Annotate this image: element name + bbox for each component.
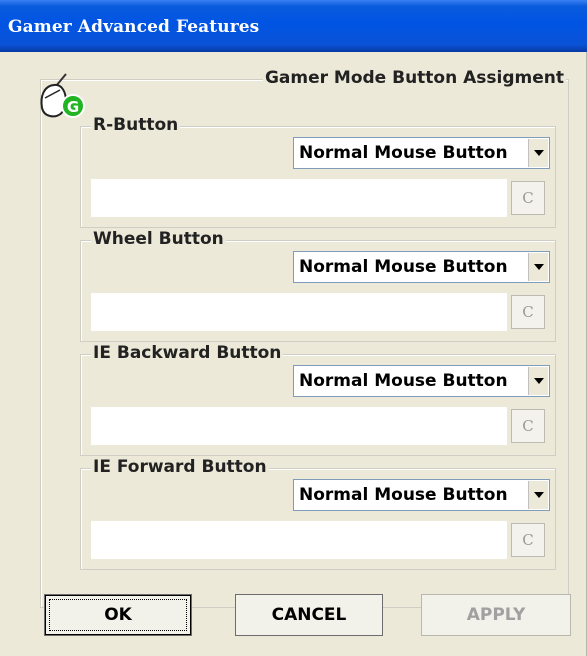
group-title: Gamer Mode Button Assigment (262, 68, 566, 88)
r-button-function-select[interactable]: Normal Mouse Button (293, 137, 550, 169)
selected-option: Normal Mouse Button (299, 257, 508, 277)
ie-forward-button-label: IE Forward Button (91, 457, 269, 477)
selected-option: Normal Mouse Button (299, 371, 508, 391)
wheel-button-function-select[interactable]: Normal Mouse Button (293, 251, 550, 283)
apply-label: APPLY (466, 605, 526, 625)
gamer-mouse-icon: G (40, 73, 85, 118)
ie-backward-button-key-field[interactable] (91, 407, 507, 445)
dropdown-arrow-icon[interactable] (528, 139, 548, 167)
ie-backward-button-clear-button[interactable]: C (511, 409, 545, 443)
title-bar[interactable]: Gamer Advanced Features (0, 0, 587, 52)
wheel-button-clear-button[interactable]: C (511, 295, 545, 329)
wheel-button-group: Wheel Button Normal Mouse Button C (80, 229, 556, 342)
window-title: Gamer Advanced Features (8, 17, 260, 37)
r-button-clear-button[interactable]: C (511, 181, 545, 215)
dropdown-arrow-icon[interactable] (528, 367, 548, 395)
r-button-group: R-Button Normal Mouse Button C (80, 115, 556, 228)
r-button-key-field[interactable] (91, 179, 507, 217)
dropdown-arrow-icon[interactable] (528, 481, 548, 509)
ie-forward-button-group: IE Forward Button Normal Mouse Button C (80, 457, 556, 570)
ie-backward-button-label: IE Backward Button (91, 343, 284, 363)
ie-backward-button-group: IE Backward Button Normal Mouse Button C (80, 343, 556, 456)
selected-option: Normal Mouse Button (299, 143, 508, 163)
wheel-button-key-field[interactable] (91, 293, 507, 331)
selected-option: Normal Mouse Button (299, 485, 508, 505)
svg-text:G: G (67, 98, 79, 116)
dialog-window: Gamer Advanced Features Gamer Mode Butto… (0, 0, 587, 656)
ie-backward-button-function-select[interactable]: Normal Mouse Button (293, 365, 550, 397)
dropdown-arrow-icon[interactable] (528, 253, 548, 281)
wheel-button-label: Wheel Button (91, 229, 226, 249)
focus-rectangle (49, 599, 187, 631)
ie-forward-button-clear-button[interactable]: C (511, 523, 545, 557)
cancel-label: CANCEL (271, 605, 347, 625)
ok-button[interactable]: OK (44, 594, 192, 636)
cancel-button[interactable]: CANCEL (235, 594, 383, 636)
apply-button[interactable]: APPLY (421, 594, 571, 636)
r-button-label: R-Button (91, 115, 181, 135)
ie-forward-button-function-select[interactable]: Normal Mouse Button (293, 479, 550, 511)
ie-forward-button-key-field[interactable] (91, 521, 507, 559)
